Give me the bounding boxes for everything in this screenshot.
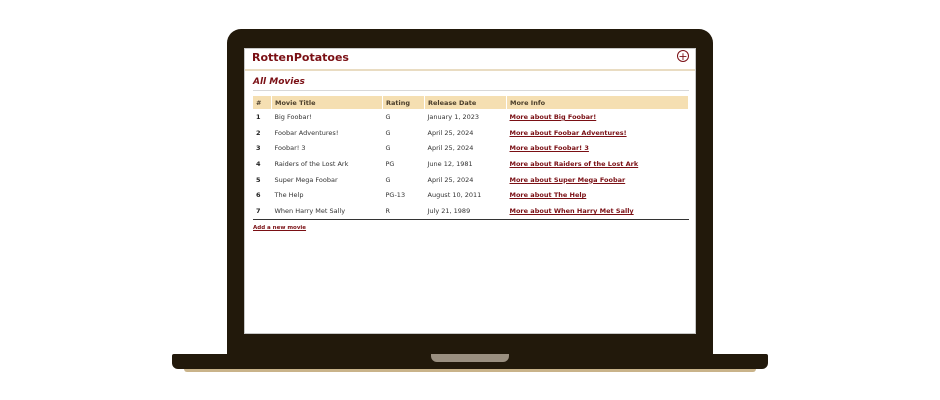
row-number: 4 — [256, 159, 261, 168]
table-row: 1 Big Foobar! G January 1, 2023 More abo… — [253, 109, 689, 125]
more-info-link[interactable]: More about Foobar Adventures! — [510, 129, 627, 137]
more-info-link[interactable]: More about Foobar! 3 — [510, 144, 589, 152]
row-number: 1 — [256, 112, 261, 121]
row-number: 3 — [256, 144, 261, 153]
table-row: 7 When Harry Met Sally R July 21, 1989 M… — [253, 203, 689, 219]
column-header-release-date[interactable]: Release Date — [424, 96, 507, 109]
table-row: 4 Raiders of the Lost Ark PG June 12, 19… — [253, 156, 689, 172]
column-header-rating[interactable]: Rating — [382, 96, 425, 109]
movie-title: The Help — [274, 191, 304, 200]
movie-title: Raiders of the Lost Ark — [274, 159, 349, 168]
column-header-title[interactable]: Movie Title — [271, 96, 383, 109]
more-info-link[interactable]: More about Big Foobar! — [510, 113, 597, 121]
row-number: 2 — [256, 128, 261, 137]
movie-rating: R — [385, 206, 391, 215]
movie-rating: G — [385, 175, 391, 184]
table-row: 5 Super Mega Foobar G April 25, 2024 Mor… — [253, 172, 689, 188]
row-number: 7 — [256, 206, 261, 215]
page-title: All Movies — [253, 77, 305, 87]
movie-title: Super Mega Foobar — [274, 175, 338, 184]
column-header-more-info: More Info — [506, 96, 689, 109]
row-number: 6 — [256, 191, 261, 200]
movie-rating: PG-13 — [385, 191, 406, 200]
laptop-notch — [431, 354, 509, 362]
movie-release-date: April 25, 2024 — [427, 175, 474, 184]
brand-title[interactable]: RottenPotatoes — [252, 51, 349, 64]
movie-rating: PG — [385, 159, 395, 168]
row-number: 5 — [256, 175, 261, 184]
table-header-row: # Movie Title Rating Release Date More I… — [253, 96, 689, 109]
movie-release-date: August 10, 2011 — [427, 191, 482, 200]
laptop-base-shadow — [184, 369, 756, 372]
table-row: 3 Foobar! 3 G April 25, 2024 More about … — [253, 140, 689, 156]
movie-release-date: April 25, 2024 — [427, 128, 474, 137]
movie-release-date: June 12, 1981 — [427, 159, 473, 168]
title-divider — [253, 90, 689, 91]
more-info-link[interactable]: More about The Help — [510, 191, 587, 199]
movie-title: Foobar! 3 — [274, 144, 306, 153]
movie-title: Big Foobar! — [274, 112, 312, 121]
table-row: 6 The Help PG-13 August 10, 2011 More ab… — [253, 187, 689, 203]
app-header: RottenPotatoes + — [245, 49, 695, 71]
plus-circle-icon[interactable]: + — [677, 50, 689, 62]
table-row: 2 Foobar Adventures! G April 25, 2024 Mo… — [253, 125, 689, 141]
movie-title: Foobar Adventures! — [274, 128, 339, 137]
movies-table: # Movie Title Rating Release Date More I… — [253, 96, 689, 220]
movie-rating: G — [385, 128, 391, 137]
column-header-number[interactable]: # — [253, 96, 272, 109]
movie-title: When Harry Met Sally — [274, 206, 346, 215]
movie-rating: G — [385, 144, 391, 153]
movie-release-date: July 21, 1989 — [427, 206, 471, 215]
movie-release-date: April 25, 2024 — [427, 144, 474, 153]
movie-release-date: January 1, 2023 — [427, 112, 480, 121]
more-info-link[interactable]: More about When Harry Met Sally — [510, 207, 634, 215]
movie-rating: G — [385, 112, 391, 121]
laptop-screen: RottenPotatoes + All Movies # Movie Titl… — [244, 48, 696, 334]
add-new-movie-link[interactable]: Add a new movie — [253, 225, 306, 231]
more-info-link[interactable]: More about Raiders of the Lost Ark — [510, 160, 639, 168]
more-info-link[interactable]: More about Super Mega Foobar — [510, 176, 626, 184]
